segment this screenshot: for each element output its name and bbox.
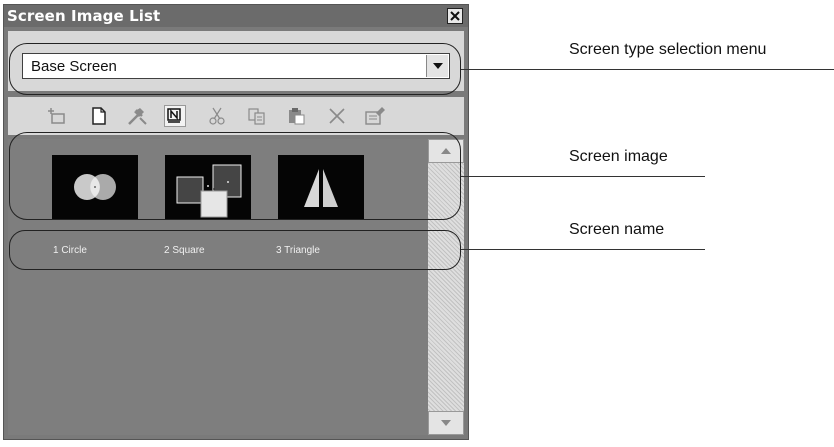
n-button[interactable] (164, 105, 186, 127)
callout-screen-name-outline (9, 230, 461, 270)
callout-screen-image-label: Screen image (569, 148, 668, 165)
callout-screen-image-leader (461, 176, 705, 177)
toolbar (8, 97, 464, 135)
callout-screen-type-label: Screen type selection menu (569, 41, 767, 58)
callout-screen-name-label: Screen name (569, 221, 665, 238)
callout-screen-image-outline (9, 132, 461, 220)
delete-icon (329, 108, 345, 124)
scroll-down-button[interactable] (428, 411, 464, 435)
new-page-button[interactable] (88, 105, 110, 127)
properties-icon (365, 107, 385, 125)
properties-button[interactable] (364, 105, 386, 127)
close-button[interactable] (447, 8, 463, 24)
cut-button[interactable] (206, 105, 228, 127)
tools-button[interactable] (126, 105, 148, 127)
new-page-icon (92, 107, 106, 125)
paste-button[interactable] (286, 105, 308, 127)
callout-screen-type-outline (9, 43, 461, 95)
close-icon (450, 11, 460, 21)
window-title: Screen Image List (7, 7, 161, 25)
delete-button[interactable] (326, 105, 348, 127)
paste-icon (289, 108, 305, 125)
copy-icon (248, 108, 265, 125)
new-folder-icon (48, 108, 65, 124)
copy-button[interactable] (246, 105, 268, 127)
callout-screen-name-leader (461, 249, 705, 250)
new-folder-button[interactable] (46, 105, 68, 127)
title-bar[interactable]: Screen Image List (4, 5, 468, 27)
chevron-down-icon (441, 420, 451, 426)
tools-icon (128, 108, 147, 125)
callout-screen-type-leader (461, 69, 834, 70)
n-icon (167, 108, 181, 123)
cut-icon (209, 107, 225, 125)
